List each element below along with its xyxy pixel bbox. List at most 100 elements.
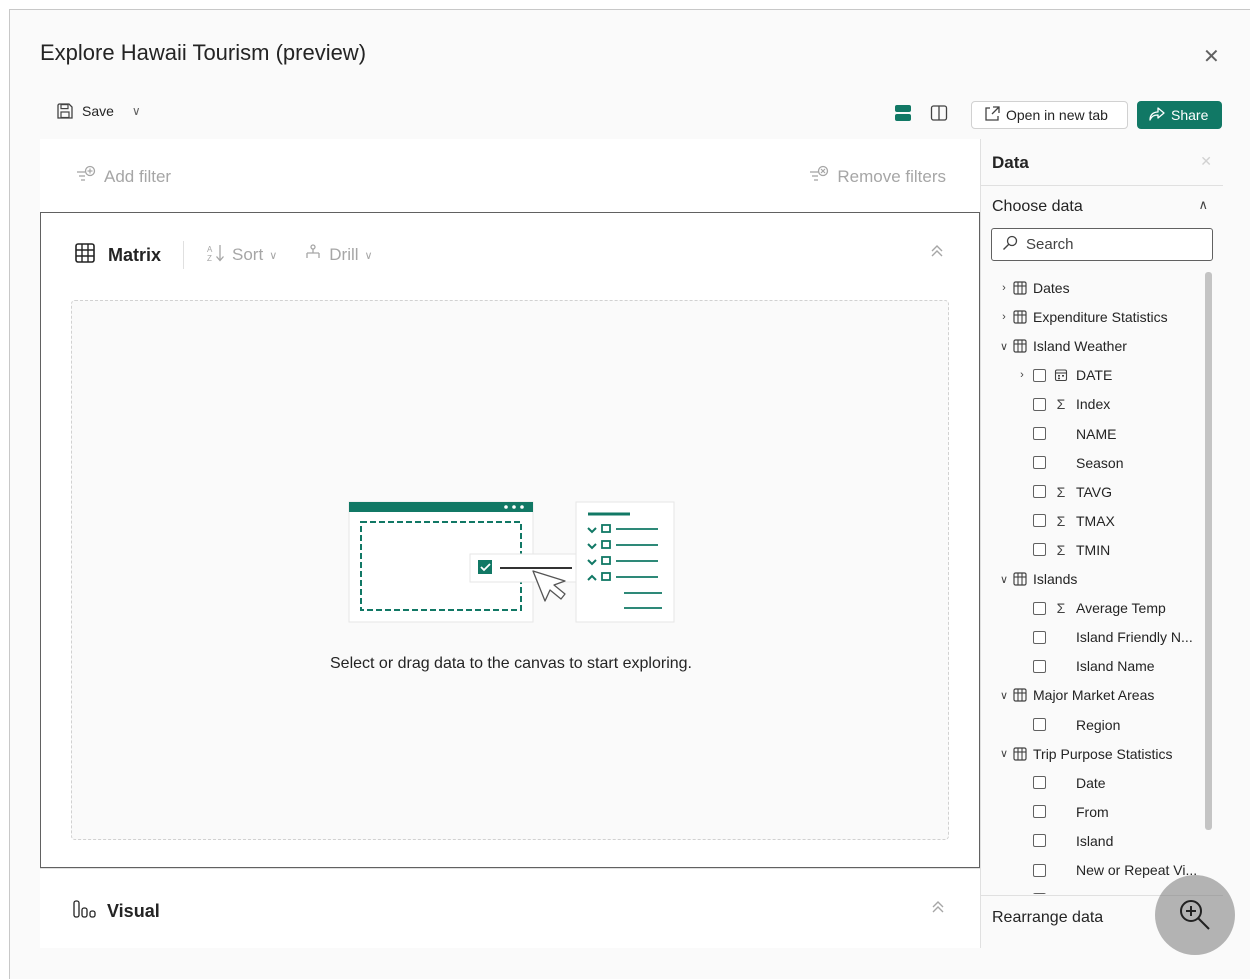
field-checkbox[interactable]: [1033, 368, 1046, 382]
field-checkbox[interactable]: [1033, 776, 1046, 790]
empty-state-text: Select or drag data to the canvas to sta…: [330, 655, 692, 672]
tree-field-5[interactable]: NAME: [1033, 423, 1116, 445]
field-checkbox[interactable]: [1033, 601, 1046, 615]
filter-add-icon: [76, 165, 96, 188]
tree-field-4[interactable]: Σ Index: [1033, 393, 1110, 415]
remove-filters-label: Remove filters: [837, 166, 946, 186]
chevron-down-icon: ∨: [364, 249, 373, 262]
tree-field-7[interactable]: Σ TAVG: [1033, 481, 1112, 503]
sigma-icon: Σ: [1056, 483, 1066, 500]
tree-field-6[interactable]: Season: [1033, 452, 1123, 474]
tree-table-2[interactable]: ∨ Island Weather: [997, 335, 1127, 357]
field-checkbox[interactable]: [1033, 514, 1046, 528]
chevron-down-icon[interactable]: ∨: [997, 340, 1011, 353]
collapse-up-icon[interactable]: [929, 243, 945, 264]
filter-remove-icon: [809, 165, 829, 188]
share-label: Share: [1171, 107, 1209, 123]
table-grid-icon: [74, 242, 96, 269]
field-checkbox[interactable]: [1033, 630, 1046, 644]
visual-section: Visual: [40, 868, 980, 948]
tree-field-18[interactable]: From: [1033, 801, 1109, 823]
field-checkbox[interactable]: [1033, 397, 1046, 411]
side-by-side-layout-icon[interactable]: [930, 104, 948, 127]
chevron-down-icon[interactable]: ∨: [132, 104, 141, 118]
share-button[interactable]: Share: [1137, 101, 1222, 129]
tree-field-3[interactable]: › DATE: [1015, 364, 1112, 386]
rearrange-data-heading[interactable]: Rearrange data: [992, 909, 1103, 927]
tree-field-9[interactable]: Σ TMIN: [1033, 539, 1110, 561]
tree-table-10[interactable]: ∨ Islands: [997, 568, 1077, 590]
visual-label: Visual: [107, 901, 160, 921]
sigma-icon: Σ: [1056, 512, 1066, 529]
remove-filters-button[interactable]: Remove filters: [809, 165, 946, 188]
zoom-in-icon[interactable]: [1155, 875, 1235, 955]
table-icon: [1013, 310, 1027, 324]
tree-table-0[interactable]: › Dates: [997, 277, 1069, 299]
toolbar-separator: [183, 241, 185, 269]
field-checkbox[interactable]: [1033, 659, 1046, 673]
chevron-right-icon[interactable]: ›: [1015, 369, 1029, 381]
dialog-title: Explore Hawaii Tourism (preview): [40, 40, 367, 65]
tree-field-17[interactable]: Date: [1033, 772, 1106, 794]
table-icon: [1013, 572, 1027, 586]
field-checkbox[interactable]: [1033, 805, 1046, 819]
tree-field-21[interactable]: Trip Purpose: [1033, 888, 1156, 894]
filter-bar: Add filter Remove filters: [40, 139, 980, 213]
field-checkbox[interactable]: [1033, 863, 1046, 877]
stacked-layout-icon[interactable]: [894, 104, 912, 127]
tree-field-13[interactable]: Island Name: [1033, 655, 1155, 677]
bar-chart-icon: [73, 899, 97, 924]
tree-field-11[interactable]: Σ Average Temp: [1033, 597, 1166, 619]
divider: [981, 185, 1223, 186]
choose-data-heading: Choose data: [992, 198, 1083, 215]
save-button[interactable]: Save: [82, 103, 114, 119]
drill-button[interactable]: Drill ∨: [303, 243, 373, 268]
field-checkbox[interactable]: [1033, 718, 1046, 731]
drop-zone[interactable]: Select or drag data to the canvas to sta…: [71, 300, 949, 840]
chevron-up-icon[interactable]: ∧: [1198, 197, 1208, 213]
matrix-label[interactable]: Matrix: [108, 245, 161, 266]
chevron-down-icon[interactable]: ∨: [997, 689, 1011, 702]
tree-table-14[interactable]: ∨ Major Market Areas: [997, 684, 1154, 706]
sort-button[interactable]: AZ Sort ∨: [206, 243, 277, 268]
visual-header[interactable]: Visual: [73, 899, 160, 924]
field-checkbox[interactable]: [1033, 834, 1046, 848]
matrix-card: Matrix AZ Sort ∨ Drill ∨ Select or drag …: [40, 212, 980, 868]
table-icon: [1013, 281, 1027, 295]
save-menu[interactable]: Save ∨: [56, 102, 141, 120]
layout-switcher: [894, 104, 948, 127]
close-icon[interactable]: ✕: [1200, 153, 1212, 170]
sort-label: Sort: [232, 245, 264, 264]
tree-field-15[interactable]: Region: [1033, 714, 1120, 736]
table-icon: [1013, 339, 1027, 353]
tree-table-16[interactable]: ∨ Trip Purpose Statistics: [997, 743, 1173, 765]
chevron-down-icon: ∨: [269, 249, 278, 262]
field-checkbox[interactable]: [1033, 485, 1046, 499]
chevron-down-icon[interactable]: ∨: [997, 747, 1011, 760]
field-checkbox[interactable]: [1033, 427, 1046, 440]
sigma-icon: Σ: [1056, 600, 1066, 617]
share-icon: [1149, 106, 1165, 125]
tree-field-12[interactable]: Island Friendly N...: [1033, 626, 1193, 648]
tree-field-20[interactable]: New or Repeat Vi...: [1033, 859, 1197, 881]
chevron-down-icon[interactable]: ∨: [997, 573, 1011, 586]
data-tree: › Dates › Expenditure Statistics ∨ Island Wea…: [981, 272, 1207, 894]
field-checkbox[interactable]: [1033, 543, 1046, 557]
open-in-new-tab-label: Open in new tab: [1006, 107, 1108, 123]
scrollbar[interactable]: [1205, 272, 1212, 830]
collapse-up-icon[interactable]: [930, 899, 946, 920]
open-in-new-tab-button[interactable]: Open in new tab: [971, 101, 1128, 129]
search-input[interactable]: Search: [991, 228, 1213, 261]
sort-icon: AZ: [206, 243, 226, 268]
chevron-right-icon[interactable]: ›: [997, 282, 1011, 294]
chevron-right-icon[interactable]: ›: [997, 311, 1011, 323]
field-checkbox[interactable]: [1033, 456, 1046, 470]
open-external-icon: [984, 105, 1000, 125]
tree-table-1[interactable]: › Expenditure Statistics: [997, 306, 1167, 328]
field-checkbox[interactable]: [1033, 892, 1046, 894]
tree-field-8[interactable]: Σ TMAX: [1033, 510, 1115, 532]
add-filter-button[interactable]: Add filter: [76, 165, 171, 188]
tree-field-19[interactable]: Island: [1033, 830, 1113, 852]
svg-text:Z: Z: [207, 254, 212, 263]
close-icon[interactable]: ✕: [1203, 44, 1220, 69]
